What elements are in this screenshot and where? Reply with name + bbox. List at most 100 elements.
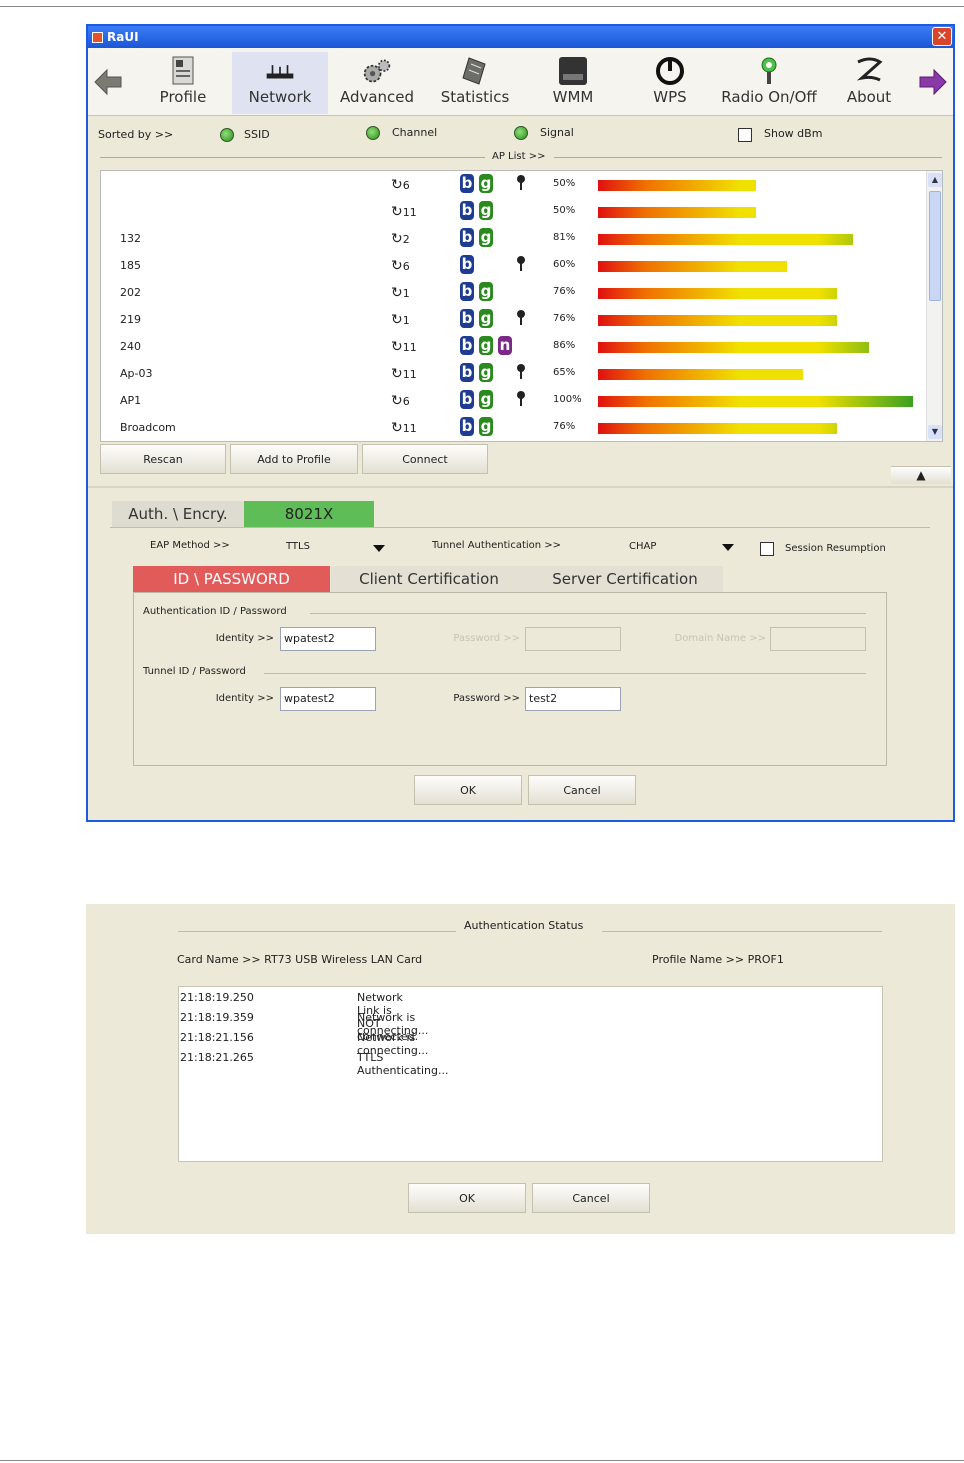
lock-icon [517, 364, 525, 379]
mode-b-badge: b [460, 228, 474, 247]
sort-channel-radio[interactable] [366, 126, 380, 140]
connect-button[interactable]: Connect [362, 444, 488, 474]
auth-identity-label: Identity >> [215, 633, 274, 644]
rescan-button[interactable]: Rescan [100, 444, 226, 474]
ap-list-scrollbar[interactable]: ▲ ▼ [926, 171, 942, 441]
signal-bar [598, 315, 837, 326]
auth-identity-field[interactable]: wpatest2 [280, 627, 376, 651]
window-title: RaUI [107, 30, 139, 44]
ap-row[interactable]: 219 ↻1 b g 76% [101, 306, 931, 333]
eap-method-dropdown-icon[interactable] [373, 545, 385, 552]
signal-bar [598, 288, 837, 299]
tunnel-auth-dropdown-icon[interactable] [722, 544, 734, 551]
ap-row[interactable]: AP1 ↻6 b g 100% [101, 387, 931, 414]
mode-b-badge: b [460, 174, 474, 193]
ap-list[interactable]: ↻6 b g 50% ↻11 b g 50% 132 ↻2 b g 81% 185 ↻6 b 60% 202 ↻1 b… [100, 170, 943, 442]
signal-bar [598, 180, 756, 191]
tool-wmm[interactable]: WMM [525, 52, 621, 114]
sort-signal-label: Signal [540, 126, 574, 139]
status-cancel-button[interactable]: Cancel [532, 1183, 650, 1213]
card-name-label: Card Name >> RT73 USB Wireless LAN Card [177, 953, 423, 966]
section-divider [88, 486, 953, 488]
ap-row[interactable]: ↻6 b g 50% [101, 171, 931, 198]
mode-g-badge: g [479, 363, 493, 382]
tunnel-auth-label: Tunnel Authentication >> [432, 540, 562, 551]
log-time: 21:18:19.250 [180, 991, 254, 1004]
ap-channel-value: 11 [402, 206, 417, 219]
ap-row[interactable]: Broadcom ↻11 b g 76% [101, 414, 931, 441]
cancel-button[interactable]: Cancel [528, 775, 636, 805]
ap-row[interactable]: 132 ↻2 b g 81% [101, 225, 931, 252]
ap-row[interactable]: 202 ↻1 b g 76% [101, 279, 931, 306]
mode-g-badge: g [479, 282, 493, 301]
sort-signal-radio[interactable] [514, 126, 528, 140]
tab-client-certification[interactable]: Client Certification [331, 566, 527, 592]
ap-channel: ↻6 [391, 393, 410, 409]
sort-ssid-radio[interactable] [220, 128, 234, 142]
advanced-icon [362, 56, 392, 86]
ap-channel: ↻1 [391, 312, 410, 328]
mode-b-badge: b [460, 336, 474, 355]
tool-radio-onoff[interactable]: Radio On/Off [714, 52, 824, 114]
ok-button[interactable]: OK [414, 775, 522, 805]
session-resumption-checkbox[interactable] [760, 542, 774, 556]
eap-method-label: EAP Method >> [150, 540, 230, 551]
add-to-profile-button[interactable]: Add to Profile [230, 444, 358, 474]
log-message: TTLS Authenticating... [357, 1051, 449, 1077]
sorted-by-label: Sorted by >> [98, 128, 174, 141]
tool-statistics[interactable]: Statistics [427, 52, 523, 114]
status-ok-button[interactable]: OK [408, 1183, 526, 1213]
tool-profile[interactable]: Profile [135, 52, 231, 114]
auth-rule [110, 527, 930, 528]
log-time: 21:18:21.265 [180, 1051, 254, 1064]
signal-bar [598, 234, 853, 245]
collapse-up-icon[interactable]: ▲ [891, 466, 951, 484]
tunnel-auth-value[interactable]: CHAP [629, 541, 656, 552]
mode-b-badge: b [460, 282, 474, 301]
ap-signal-percent: 50% [553, 178, 576, 189]
sort-channel-label: Channel [392, 126, 438, 139]
mode-b-badge: b [460, 201, 474, 220]
channel-icon: ↻ [391, 177, 403, 193]
ap-row[interactable]: 185 ↻6 b 60% [101, 252, 931, 279]
tool-wps[interactable]: WPS [622, 52, 718, 114]
aplist-rule-right [554, 157, 942, 158]
signal-bar [598, 207, 756, 218]
ap-signal-percent: 60% [553, 259, 576, 270]
tab-server-certification[interactable]: Server Certification [527, 566, 723, 592]
mode-g-badge: g [479, 228, 493, 247]
eap-method-value[interactable]: TTLS [286, 541, 310, 552]
signal-bar [598, 369, 803, 380]
status-log: 21:18:19.250 Network Link is NOT connecte… [178, 986, 883, 1162]
tool-about[interactable]: About [821, 52, 917, 114]
tool-advanced[interactable]: Advanced [329, 52, 425, 114]
scroll-down-icon[interactable]: ▼ [928, 425, 942, 439]
tunnel-id-group-rule [264, 673, 866, 674]
tab-id-password[interactable]: ID \ PASSWORD [133, 566, 330, 592]
ap-ssid: Ap-03 [120, 367, 153, 380]
tunnel-identity-field[interactable]: wpatest2 [280, 687, 376, 711]
close-button[interactable]: ✕ [932, 27, 952, 46]
mode-g-badge: g [479, 417, 493, 436]
lock-icon [517, 391, 525, 406]
tunnel-password-field[interactable]: test2 [525, 687, 621, 711]
show-dbm-checkbox[interactable] [738, 128, 752, 142]
mode-g-badge: g [479, 201, 493, 220]
log-time: 21:18:21.156 [180, 1031, 254, 1044]
scroll-thumb[interactable] [929, 191, 941, 301]
back-arrow-icon[interactable] [93, 68, 123, 96]
ap-ssid: 185 [120, 259, 141, 272]
tool-network[interactable]: Network [232, 52, 328, 114]
ap-ssid: 202 [120, 286, 141, 299]
ap-channel: ↻1 [391, 285, 410, 301]
auth-8021x-tab[interactable]: 8021X [244, 501, 374, 527]
ap-row[interactable]: 240 ↻11 b g n 86% [101, 333, 931, 360]
ap-ssid: 219 [120, 313, 141, 326]
ap-row[interactable]: Ap-03 ↻11 b g 65% [101, 360, 931, 387]
ap-row[interactable]: ↻11 b g 50% [101, 198, 931, 225]
status-title: Authentication Status [464, 919, 584, 932]
ap-channel-value: 6 [402, 395, 410, 408]
scroll-up-icon[interactable]: ▲ [928, 173, 942, 187]
auth-password-label: Password >> [453, 633, 520, 644]
forward-arrow-icon[interactable] [918, 68, 948, 96]
